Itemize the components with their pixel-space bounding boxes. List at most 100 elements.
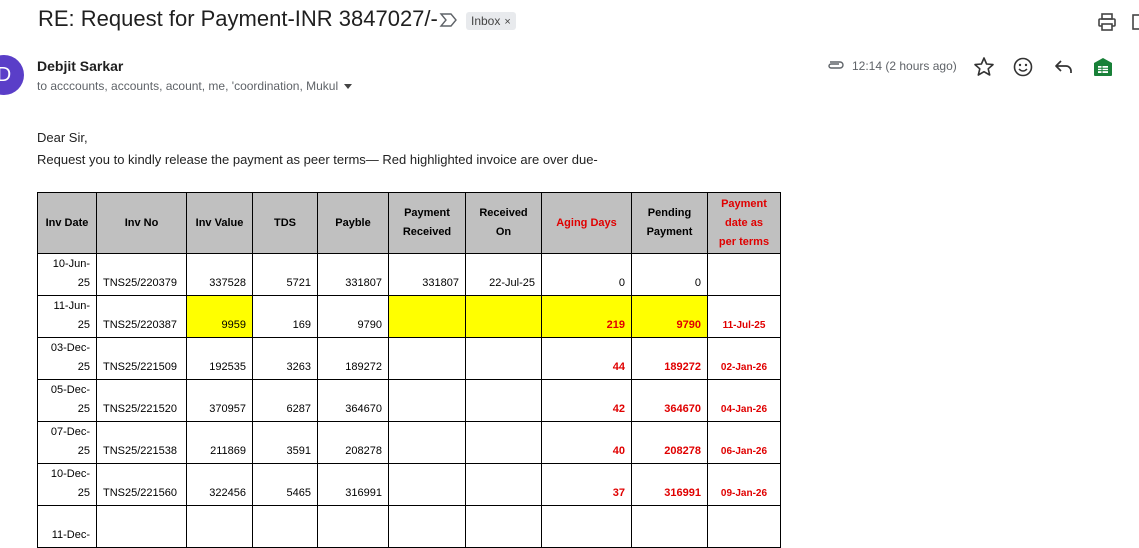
header-inv-no: Inv No	[96, 192, 187, 254]
remove-label-icon[interactable]: ×	[504, 16, 510, 28]
cell-inv-no: TNS25/220379	[96, 253, 187, 296]
cell-inv-no: TNS25/220387	[96, 295, 187, 338]
header-payment-received: Payment Received	[388, 192, 466, 254]
cell-aging-days: 40	[541, 421, 632, 464]
cell-due-date: 11-Jul-25	[707, 295, 781, 338]
cell-payble: 208278	[317, 421, 389, 464]
cell-pending: 316991	[631, 463, 708, 506]
cell-payment-received	[388, 379, 466, 422]
cell-pending	[631, 505, 708, 548]
date-part: 10-Dec-	[50, 468, 90, 480]
header-payble: Payble	[317, 192, 389, 254]
date-part: 07-Dec-	[50, 426, 90, 438]
cell-inv-value: 192535	[186, 337, 253, 380]
cell-aging-days: 42	[541, 379, 632, 422]
header-text: On	[495, 226, 512, 238]
date-part: 25	[77, 277, 90, 289]
cell-tds: 5465	[252, 463, 318, 506]
header-text: Received	[479, 207, 528, 219]
open-new-window-icon[interactable]	[1131, 12, 1139, 32]
cell-inv-value: 211869	[186, 421, 253, 464]
header-received-on: Received On	[465, 192, 542, 254]
cell-tds: 169	[252, 295, 318, 338]
cell-received-on	[465, 505, 542, 548]
cell-inv-value	[186, 505, 253, 548]
cell-due-date	[707, 253, 781, 296]
date-part: 25	[77, 445, 90, 457]
cell-pending: 189272	[631, 337, 708, 380]
recipients[interactable]: to acccounts, accounts, acount, me, 'coo…	[37, 79, 353, 93]
cell-inv-value: 370957	[186, 379, 253, 422]
cell-pending: 0	[631, 253, 708, 296]
cell-received-on: 22-Jul-25	[465, 253, 542, 296]
cell-inv-date: 11-Jun- 25	[37, 295, 97, 338]
header-text: Payment	[646, 226, 693, 238]
table-row: 11-Jun- 25 TNS25/220387 9959 169 9790 219…	[37, 295, 781, 338]
print-icon[interactable]	[1097, 12, 1117, 32]
cell-aging-days	[541, 505, 632, 548]
email-subject: RE: Request for Payment-INR 3847027/-	[38, 6, 438, 31]
table-row: 05-Dec- 25 TNS25/221520 370957 6287 36467…	[37, 379, 781, 422]
cell-aging-days: 44	[541, 337, 632, 380]
cell-aging-days: 37	[541, 463, 632, 506]
sheets-icon[interactable]	[1092, 56, 1114, 78]
cell-inv-date: 03-Dec- 25	[37, 337, 97, 380]
message-line: Request you to kindly release the paymen…	[37, 152, 598, 167]
cell-inv-value: 322456	[186, 463, 253, 506]
date-part: 25	[77, 487, 90, 499]
table-row: 10-Jun- 25 TNS25/220379 337528 5721 33180…	[37, 253, 781, 296]
cell-inv-value: 337528	[186, 253, 253, 296]
cell-received-on	[465, 337, 542, 380]
cell-tds: 3591	[252, 421, 318, 464]
cell-due-date: 06-Jan-26	[707, 421, 781, 464]
cell-tds: 3263	[252, 337, 318, 380]
emoji-icon[interactable]	[1012, 56, 1034, 78]
greeting: Dear Sir,	[37, 130, 88, 145]
cell-tds: 5721	[252, 253, 318, 296]
cell-payment-received	[388, 463, 466, 506]
inbox-label: Inbox	[471, 14, 501, 28]
reply-icon[interactable]	[1052, 56, 1074, 78]
label-importance-icon[interactable]	[439, 11, 459, 29]
date-part: 05-Dec-	[50, 384, 90, 396]
table-row: 10-Dec- 25 TNS25/221560 322456 5465 31699…	[37, 463, 781, 506]
header-pending-payment: Pending Payment	[631, 192, 708, 254]
cell-received-on	[465, 379, 542, 422]
cell-inv-date: 11-Dec-	[37, 505, 97, 548]
inbox-label-chip[interactable]: Inbox ×	[466, 12, 516, 30]
header-inv-value: Inv Value	[186, 192, 253, 254]
cell-inv-no: TNS25/221560	[96, 463, 187, 506]
header-text: Payment	[404, 207, 450, 219]
cell-pending: 9790	[631, 295, 708, 338]
cell-payment-received	[388, 505, 466, 548]
cell-inv-date: 10-Dec- 25	[37, 463, 97, 506]
cell-inv-date: 07-Dec- 25	[37, 421, 97, 464]
header-tds: TDS	[252, 192, 318, 254]
header-text: Payment	[721, 197, 767, 210]
invoice-table: Inv Date Inv No Inv Value TDS Payble Pay…	[37, 192, 781, 548]
cell-aging-days: 0	[541, 253, 632, 296]
date-part: 11-Dec-	[51, 529, 90, 541]
header-payment-date-terms: Payment date as per terms	[707, 192, 781, 254]
sender-name[interactable]: Debjit Sarkar	[37, 58, 123, 74]
cell-received-on	[465, 421, 542, 464]
header-text: per terms	[718, 235, 770, 248]
cell-inv-no: TNS25/221509	[96, 337, 187, 380]
attachment-icon	[828, 61, 844, 69]
date-part: 25	[77, 403, 90, 415]
date-part: 03-Dec-	[50, 342, 90, 354]
cell-payble	[317, 505, 389, 548]
header-text: date as	[725, 216, 763, 229]
recipients-text: to acccounts, accounts, acount, me, 'coo…	[37, 79, 339, 93]
date-part: 11-Jun-	[53, 300, 90, 312]
cell-inv-no	[96, 505, 187, 548]
recipients-dropdown-icon[interactable]	[344, 84, 353, 90]
cell-due-date: 04-Jan-26	[707, 379, 781, 422]
sender-avatar[interactable]: D	[0, 55, 24, 95]
cell-payment-received	[388, 337, 466, 380]
star-icon[interactable]	[973, 56, 995, 78]
cell-payment-received	[388, 421, 466, 464]
cell-inv-date: 10-Jun- 25	[37, 253, 97, 296]
date-part: 10-Jun-	[52, 258, 90, 270]
cell-payble: 331807	[317, 253, 389, 296]
